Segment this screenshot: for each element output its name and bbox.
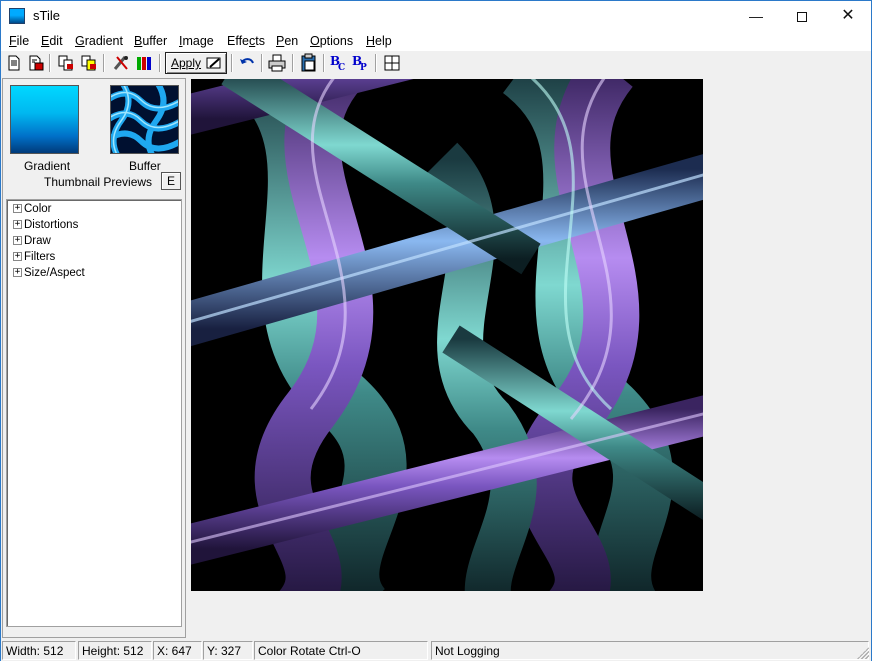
window-title: sTile [33, 8, 60, 23]
menu-help[interactable]: Help [366, 34, 392, 48]
status-logging: Not Logging [431, 641, 869, 660]
buffer-thumbnail-image [111, 86, 178, 153]
status-y: Y: 327 [203, 641, 253, 660]
maximize-button[interactable] [779, 1, 825, 31]
toolbar-separator [103, 54, 105, 72]
svg-text:P: P [360, 63, 367, 73]
resize-grip[interactable] [857, 647, 869, 659]
buffer-paste-icon[interactable]: BP [351, 53, 371, 73]
paste-icon[interactable] [79, 53, 99, 73]
tree-item-size-aspect[interactable]: + Size/Aspect [13, 267, 85, 283]
tree-item-distortions[interactable]: + Distortions [13, 219, 78, 235]
expand-plus-icon[interactable]: + [13, 252, 22, 262]
status-hint: Color Rotate Ctrl-O [254, 641, 428, 660]
expand-plus-icon[interactable]: + [13, 204, 22, 214]
menu-effects[interactable]: Effects [227, 34, 265, 48]
open-file-icon[interactable] [26, 53, 46, 73]
menu-image[interactable]: Image [179, 34, 214, 48]
svg-text:C: C [338, 63, 345, 73]
status-width: Width: 512 [2, 641, 76, 660]
toolbar: Apply BC BP [1, 51, 871, 75]
expand-plus-icon[interactable]: + [13, 220, 22, 230]
maximize-icon [797, 12, 807, 23]
menu-edit[interactable]: Edit [41, 34, 63, 48]
menu-bar: File Edit Gradient Buffer Image Effects … [1, 31, 871, 51]
tree-item-draw[interactable]: + Draw [13, 235, 51, 251]
toolbar-separator [231, 54, 233, 72]
status-height: Height: 512 [78, 641, 152, 660]
buffer-thumbnail[interactable] [110, 85, 179, 154]
tile-grid-icon[interactable] [382, 53, 402, 73]
apply-pencil-icon [206, 57, 221, 69]
title-bar[interactable]: sTile — ✕ [1, 1, 871, 31]
color-bars-icon[interactable] [134, 53, 154, 73]
menu-buffer[interactable]: Buffer [134, 34, 167, 48]
undo-icon[interactable] [237, 53, 257, 73]
app-icon[interactable] [9, 8, 25, 24]
left-panel: Gradient Buffer Thumbnail Previews E + Co… [2, 78, 186, 638]
print-icon[interactable] [267, 53, 287, 73]
minimize-button[interactable]: — [733, 1, 779, 31]
status-x: X: 647 [153, 641, 202, 660]
menu-options[interactable]: Options [310, 34, 353, 48]
app-window: sTile — ✕ File Edit Gradient Buffer Imag… [0, 0, 872, 661]
close-button[interactable]: ✕ [825, 1, 871, 31]
tools-icon[interactable] [111, 53, 131, 73]
gradient-thumbnail[interactable] [10, 85, 79, 154]
toolbar-separator [323, 54, 325, 72]
toolbar-separator [261, 54, 263, 72]
tree-item-color[interactable]: + Color [13, 203, 51, 219]
gradient-label: Gradient [24, 159, 71, 173]
menu-gradient[interactable]: Gradient [75, 34, 123, 48]
clipboard-icon[interactable] [299, 53, 319, 73]
effects-tree: + Color + Distortions + Draw + Filters + Size… [6, 199, 182, 627]
toolbar-separator [49, 54, 51, 72]
image-canvas[interactable] [191, 79, 703, 591]
toolbar-separator [159, 54, 161, 72]
buffer-label: Buffer [129, 159, 161, 173]
apply-button[interactable]: Apply [165, 52, 227, 74]
toolbar-separator [292, 54, 294, 72]
edit-thumbnail-button[interactable]: E [161, 172, 181, 190]
thumbnail-previews-label: Thumbnail Previews [44, 175, 153, 189]
expand-plus-icon[interactable]: + [13, 268, 22, 278]
tree-item-filters[interactable]: + Filters [13, 251, 55, 267]
buffer-copy-icon[interactable]: BC [329, 53, 349, 73]
toolbar-separator [375, 54, 377, 72]
expand-plus-icon[interactable]: + [13, 236, 22, 246]
menu-file[interactable]: File [9, 34, 29, 48]
tile-image [191, 79, 703, 591]
copy-icon[interactable] [56, 53, 76, 73]
new-file-icon[interactable] [4, 53, 24, 73]
status-bar: Width: 512 Height: 512 X: 647 Y: 327 Col… [1, 639, 871, 661]
menu-pen[interactable]: Pen [276, 34, 298, 48]
